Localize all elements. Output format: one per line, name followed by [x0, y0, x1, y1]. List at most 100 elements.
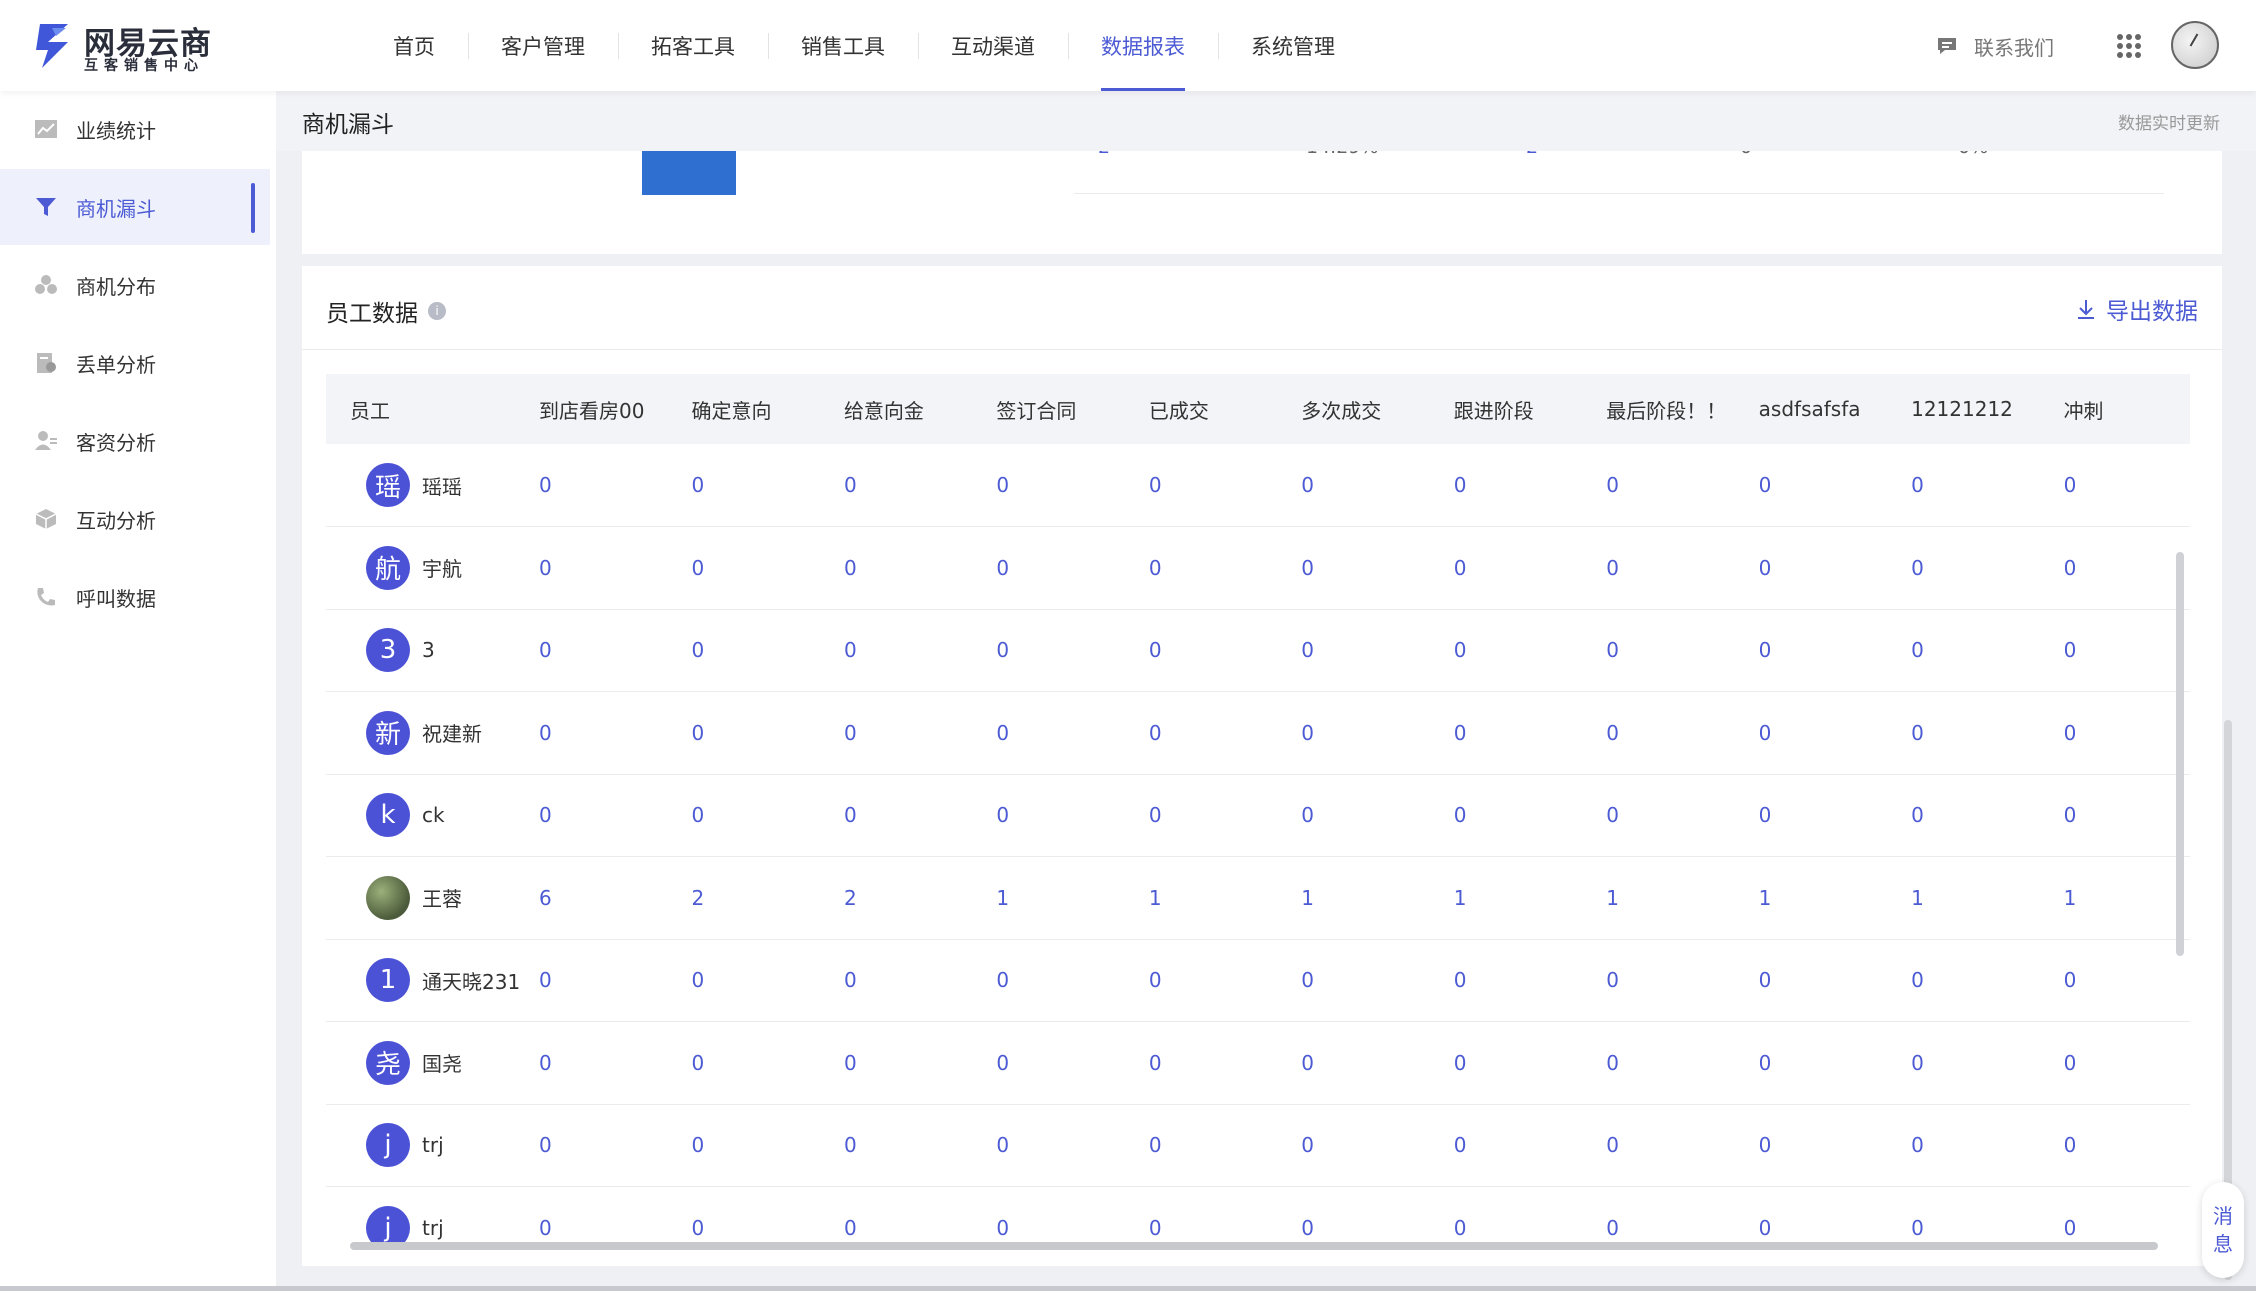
stat-value-cell[interactable]: 2 — [667, 857, 819, 940]
stat-value-cell[interactable]: 0 — [1277, 1022, 1429, 1105]
stat-value-cell[interactable]: 0 — [515, 939, 667, 1022]
stat-value-cell[interactable]: 0 — [667, 939, 819, 1022]
stat-value-cell[interactable]: 0 — [1125, 939, 1277, 1022]
stat-value-cell[interactable]: 0 — [1582, 774, 1734, 857]
stat-value-cell[interactable]: 0 — [1277, 774, 1429, 857]
stat-value-cell[interactable]: 0 — [972, 444, 1124, 527]
stat-value-cell[interactable]: 0 — [1430, 939, 1582, 1022]
nav-item-sales-tools[interactable]: 销售工具 — [768, 0, 918, 91]
stat-value-cell[interactable]: 0 — [1125, 692, 1277, 775]
stat-value-cell[interactable]: 0 — [667, 444, 819, 527]
stat-value-cell[interactable]: 1 — [972, 857, 1124, 940]
stat-value-cell[interactable]: 1 — [1430, 857, 1582, 940]
stat-value-cell[interactable]: 0 — [2040, 609, 2190, 692]
stat-value-cell[interactable]: 0 — [2040, 774, 2190, 857]
stat-value-cell[interactable]: 0 — [1887, 444, 2039, 527]
stat-value-cell[interactable]: 0 — [1582, 1022, 1734, 1105]
stat-value-cell[interactable]: 0 — [972, 1022, 1124, 1105]
sidebar-item-distribution[interactable]: 商机分布 — [0, 247, 270, 323]
stat-value-cell[interactable]: 0 — [1582, 527, 1734, 610]
stat-value-cell[interactable]: 0 — [1887, 1104, 2039, 1187]
nav-item-system[interactable]: 系统管理 — [1218, 0, 1368, 91]
sidebar-item-call-data[interactable]: 呼叫数据 — [0, 559, 270, 635]
sidebar-item-lost-orders[interactable]: 丢单分析 — [0, 325, 270, 401]
stat-value-cell[interactable]: 0 — [1582, 939, 1734, 1022]
stat-value-cell[interactable]: 0 — [820, 1104, 972, 1187]
stat-value-cell[interactable]: 0 — [1735, 609, 1887, 692]
nav-item-customers[interactable]: 客户管理 — [468, 0, 618, 91]
sidebar-item-interaction[interactable]: 互动分析 — [0, 481, 270, 557]
nav-item-prospecting[interactable]: 拓客工具 — [618, 0, 768, 91]
stat-value-cell[interactable]: 0 — [1277, 444, 1429, 527]
stat-value-cell[interactable]: 0 — [2040, 1022, 2190, 1105]
stat-value-cell[interactable]: 0 — [1887, 774, 2039, 857]
stat-value-cell[interactable]: 0 — [667, 1022, 819, 1105]
stat-value-cell[interactable]: 0 — [972, 1104, 1124, 1187]
stat-value-cell[interactable]: 6 — [515, 857, 667, 940]
nav-item-home[interactable]: 首页 — [360, 0, 468, 91]
stat-value-cell[interactable]: 0 — [1125, 609, 1277, 692]
table-row[interactable]: j trj 0 0 0 0 0 0 0 0 0 0 0 — [326, 1104, 2190, 1187]
stat-value-cell[interactable]: 0 — [1125, 444, 1277, 527]
stat-value-cell[interactable]: 0 — [1125, 527, 1277, 610]
stat-value-cell[interactable]: 0 — [515, 692, 667, 775]
nav-item-channels[interactable]: 互动渠道 — [918, 0, 1068, 91]
stat-value-cell[interactable]: 1 — [2040, 857, 2190, 940]
stat-value-cell[interactable]: 0 — [1430, 609, 1582, 692]
stat-value-cell[interactable]: 0 — [667, 527, 819, 610]
stat-value-cell[interactable]: 0 — [1430, 1104, 1582, 1187]
stat-value-cell[interactable]: 1 — [1582, 857, 1734, 940]
table-row[interactable]: 1 通天晓231 0 0 0 0 0 0 0 0 0 0 0 — [326, 939, 2190, 1022]
stat-value-cell[interactable]: 0 — [1277, 1104, 1429, 1187]
stat-value-cell[interactable]: 1 — [1735, 857, 1887, 940]
contact-us-button[interactable]: 联系我们 — [1936, 32, 2054, 60]
stat-value-cell[interactable]: 0 — [1125, 1104, 1277, 1187]
stat-value-cell[interactable]: 0 — [820, 692, 972, 775]
stat-value-cell[interactable]: 0 — [1430, 774, 1582, 857]
sidebar-item-funnel[interactable]: 商机漏斗 — [0, 169, 270, 245]
table-row[interactable]: 王蓉 6 2 2 1 1 1 1 1 1 1 1 — [326, 857, 2190, 940]
stat-value-cell[interactable]: 0 — [972, 692, 1124, 775]
stat-value-cell[interactable]: 0 — [2040, 692, 2190, 775]
stat-value-cell[interactable]: 1 — [1277, 857, 1429, 940]
export-data-button[interactable]: 导出数据 — [2076, 292, 2198, 326]
stat-value-cell[interactable]: 0 — [1277, 939, 1429, 1022]
stat-value-cell[interactable]: 0 — [1430, 1022, 1582, 1105]
sidebar-item-customer-analysis[interactable]: 客资分析 — [0, 403, 270, 479]
stat-value-cell[interactable]: 0 — [820, 1022, 972, 1105]
stat-value-cell[interactable]: 0 — [515, 609, 667, 692]
stat-value-cell[interactable]: 0 — [1430, 444, 1582, 527]
message-button[interactable]: 消 息 — [2202, 1182, 2244, 1278]
table-row[interactable]: 航宇航 0 0 0 0 0 0 0 0 0 0 0 — [326, 527, 2190, 610]
stat-value-cell[interactable]: 0 — [1735, 527, 1887, 610]
stat-value-cell[interactable]: 0 — [820, 939, 972, 1022]
stat-value-cell[interactable]: 2 — [820, 857, 972, 940]
app-logo[interactable]: 网易云商 互客销售中心 — [34, 18, 214, 74]
table-row[interactable]: 新祝建新 0 0 0 0 0 0 0 0 0 0 0 — [326, 692, 2190, 775]
user-avatar[interactable] — [2171, 21, 2219, 69]
stat-value-cell[interactable]: 0 — [1735, 1104, 1887, 1187]
staff-table-container[interactable]: 员工 到店看房00 确定意向 给意向金 签订合同 已成交 多次成交 跟进阶段 最后阶段！！ asd… — [326, 374, 2198, 1252]
stat-value-cell[interactable]: 0 — [1735, 939, 1887, 1022]
stat-value-cell[interactable]: 0 — [1887, 939, 2039, 1022]
apps-grid-icon[interactable] — [2117, 34, 2141, 58]
table-row[interactable]: k ck 0 0 0 0 0 0 0 0 0 0 0 — [326, 774, 2190, 857]
stat-value-cell[interactable]: 0 — [1277, 692, 1429, 775]
stat-value-cell[interactable]: 0 — [515, 527, 667, 610]
stat-value-cell[interactable]: 0 — [1735, 692, 1887, 775]
table-horizontal-scrollbar[interactable] — [350, 1242, 2158, 1250]
stat-value-cell[interactable]: 0 — [1582, 1104, 1734, 1187]
stat-value-cell[interactable]: 0 — [515, 1104, 667, 1187]
stat-value-cell[interactable]: 0 — [1277, 527, 1429, 610]
stat-value-cell[interactable]: 0 — [667, 609, 819, 692]
table-row[interactable]: 3300000000000 — [326, 609, 2190, 692]
stat-value-cell[interactable]: 0 — [820, 444, 972, 527]
stat-value-cell[interactable]: 1 — [1887, 857, 2039, 940]
stat-value-cell[interactable]: 0 — [667, 774, 819, 857]
sidebar-item-performance[interactable]: 业绩统计 — [0, 91, 270, 167]
stat-value-cell[interactable]: 0 — [972, 609, 1124, 692]
stat-value-cell[interactable]: 0 — [1125, 1022, 1277, 1105]
stat-value-cell[interactable]: 0 — [667, 692, 819, 775]
stat-value-cell[interactable]: 1 — [1125, 857, 1277, 940]
stat-value-cell[interactable]: 0 — [667, 1104, 819, 1187]
